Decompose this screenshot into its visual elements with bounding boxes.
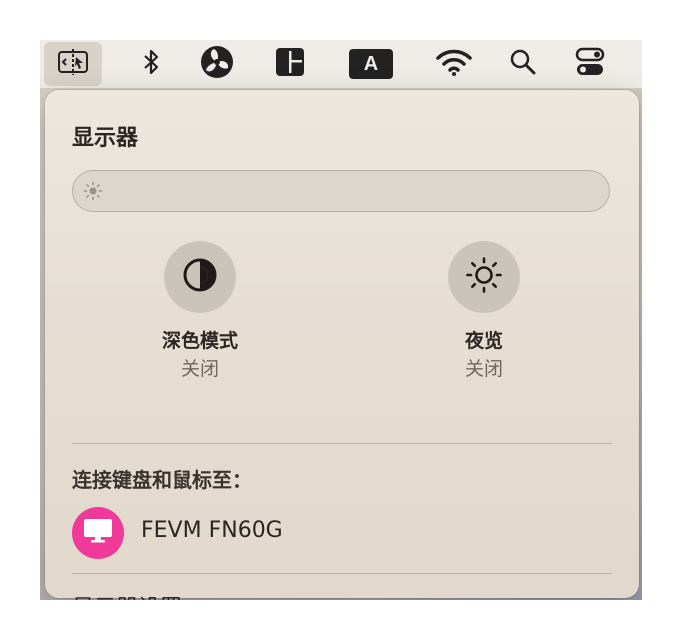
wifi-icon — [435, 47, 473, 81]
device-avatar[interactable] — [72, 507, 124, 559]
night-shift-button[interactable] — [448, 241, 520, 313]
display-panel: 显示器 深色模式 关闭 夜览 关闭 连接键盘和鼠标至： FEVM FN60G — [45, 90, 639, 600]
input-source-icon: A — [349, 49, 393, 79]
night-shift-status: 关闭 — [464, 358, 503, 380]
brightness-slider[interactable] — [72, 170, 610, 212]
control-center-icon — [575, 47, 605, 81]
wifi-menu-extra[interactable] — [425, 42, 483, 86]
display-settings-link[interactable]: 显示器设置… — [72, 590, 204, 600]
divider — [72, 443, 612, 444]
display-mirroring-icon — [56, 47, 90, 81]
layout-menu-extra[interactable] — [261, 42, 319, 86]
dark-mode-status: 关闭 — [180, 358, 219, 380]
divider — [72, 573, 612, 574]
dark-mode-label: 深色模式 — [161, 330, 238, 352]
night-shift-label: 夜览 — [464, 330, 503, 352]
sun-icon — [83, 181, 103, 201]
night-shift-icon — [465, 256, 503, 298]
layout-icon — [274, 46, 306, 82]
device-name[interactable]: FEVM FN60G — [141, 518, 283, 543]
fan-menu-extra[interactable] — [188, 42, 246, 86]
monitor-icon — [83, 517, 113, 549]
dark-mode-button[interactable] — [164, 241, 236, 313]
bluetooth-icon — [139, 47, 163, 81]
control-center-menu-extra[interactable] — [561, 42, 619, 86]
bluetooth-menu-extra[interactable] — [122, 42, 180, 86]
spotlight-menu-extra[interactable] — [494, 42, 552, 86]
display-menu-extra[interactable] — [44, 42, 102, 86]
input-source-menu-extra[interactable]: A — [342, 42, 400, 86]
desktop-background: A 显示器 深色模式 关闭 夜览 关闭 连接键盘和鼠标至： FEVM FN60G — [40, 40, 642, 600]
menu-bar: A — [40, 40, 642, 89]
dark-mode-icon — [182, 257, 218, 297]
fan-icon — [200, 45, 234, 83]
search-icon — [509, 48, 537, 80]
panel-title: 显示器 — [72, 126, 139, 151]
connect-section-title: 连接键盘和鼠标至： — [72, 468, 252, 492]
